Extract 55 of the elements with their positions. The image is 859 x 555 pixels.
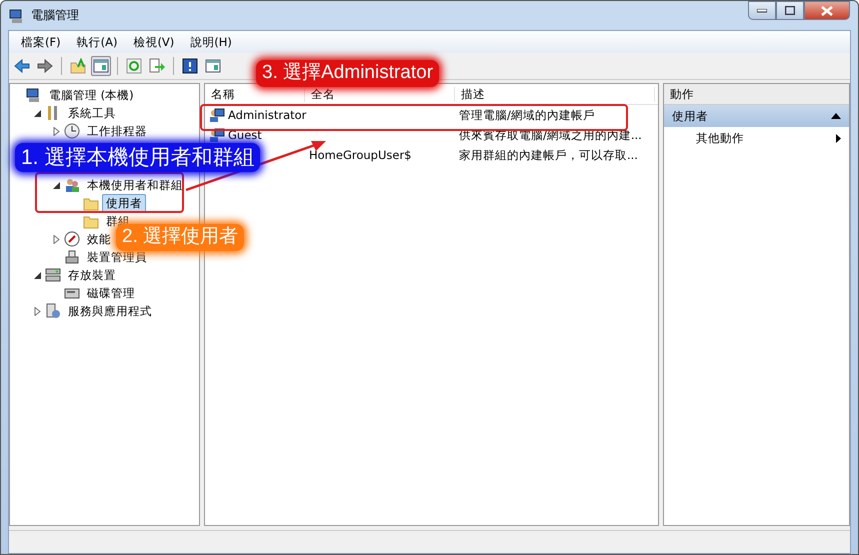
collapse-arrow-icon[interactable] [52,180,61,190]
help-icon[interactable] [180,56,200,76]
menu-item[interactable]: 說明(H) [182,32,240,52]
minimize-button[interactable] [748,1,776,20]
actions-section[interactable]: 使用者 [664,105,849,127]
gauge-icon [64,231,80,247]
annotation-tooltip: 3. 選擇Administrator [256,60,440,87]
user-icon [209,127,225,143]
user-icon [209,107,225,123]
close-icon [821,6,833,16]
table-cell: Guest [228,128,262,142]
maximize-button[interactable] [776,1,804,20]
tree-item[interactable]: 服務與應用程式 [64,302,156,320]
tree-item[interactable]: 使用者 [102,194,146,212]
expand-arrow-icon[interactable] [33,306,42,316]
tree-item[interactable]: 磁碟管理 [83,284,139,302]
menu-item[interactable]: 執行(A) [68,32,126,52]
menu-item[interactable]: 檔案(F) [13,32,69,52]
submenu-arrow-icon [836,134,841,142]
annotation-tooltip: 1. 選擇本機使用者和群組 [15,143,260,172]
users-icon [64,177,80,193]
maximize-icon [785,6,795,15]
computer-icon [9,8,25,24]
minimize-icon [757,8,767,12]
close-button[interactable] [804,1,850,20]
table-cell: 家用群組的內建帳戶，可以存取... [459,148,638,162]
pane-toggle-icon[interactable] [91,56,111,76]
collapse-arrow-icon[interactable] [33,108,42,118]
refresh-icon[interactable] [124,56,144,76]
tree-item[interactable]: 存放裝置 [64,266,120,284]
device-icon [64,249,80,265]
collapse-arrow-icon[interactable] [33,270,42,280]
actions-header: 動作 [664,84,849,105]
tree-item[interactable]: 本機使用者和群組 [83,176,187,194]
clock-icon [64,123,80,139]
services-icon [45,303,61,319]
tree-item[interactable]: 電腦管理 (本機) [45,86,138,104]
table-cell: 管理電腦/網域的內建帳戶 [459,108,595,122]
expand-arrow-icon[interactable] [52,126,61,136]
computer-icon [26,87,42,103]
collapse-arrow-icon [831,113,841,119]
action-item[interactable]: 其他動作 [664,127,849,149]
tree-item[interactable]: 工作排程器 [83,122,151,140]
tree-item[interactable]: 系統工具 [64,104,120,122]
storage-icon [45,267,61,283]
menu-item[interactable]: 檢視(V) [125,32,182,52]
table-cell: Administrator [228,108,306,122]
forward-icon[interactable] [35,56,55,76]
expand-arrow-icon[interactable] [52,234,61,244]
back-icon[interactable] [12,56,32,76]
annotation-tooltip: 2. 選擇使用者 [116,224,244,251]
table-cell: HomeGroupUser$ [309,148,412,162]
window-title: 電腦管理 [31,7,79,24]
column-header[interactable]: 描述 [455,86,655,102]
tree-item[interactable]: 效能 [83,230,115,248]
